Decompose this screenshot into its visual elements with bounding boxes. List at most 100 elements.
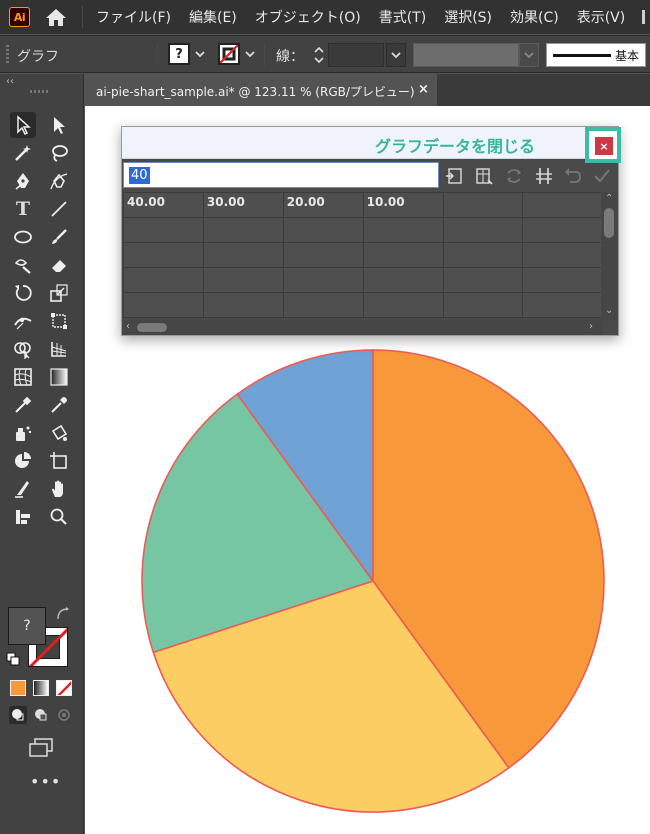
close-icon[interactable]: × (418, 82, 429, 97)
stroke-dropdown-icon[interactable] (243, 44, 257, 64)
color-mode-icon[interactable] (10, 680, 26, 696)
shape-builder-tool-icon[interactable] (10, 336, 36, 362)
swap-fill-stroke-icon[interactable] (56, 607, 70, 621)
brush-definition[interactable]: 基本 (546, 43, 646, 67)
table-cell[interactable] (522, 242, 603, 268)
direct-selection-tool-icon[interactable] (46, 112, 72, 138)
default-fill-stroke-icon[interactable] (6, 652, 20, 666)
stroke-weight-dropdown[interactable] (386, 43, 406, 67)
eyedropper-tool-icon[interactable] (46, 392, 72, 418)
transpose-row-column-icon[interactable] (474, 166, 494, 186)
variable-width-profile[interactable] (413, 43, 519, 67)
pen-tool-icon[interactable] (10, 168, 36, 194)
vertical-scrollbar[interactable]: ⌃ ⌄ (601, 192, 617, 320)
pie-graph-tool-icon[interactable] (10, 448, 36, 474)
scroll-up-icon[interactable]: ⌃ (605, 194, 613, 204)
table-cell[interactable] (522, 267, 603, 293)
table-cell[interactable] (123, 267, 204, 293)
table-cell[interactable] (522, 217, 603, 243)
table-cell[interactable] (442, 267, 524, 293)
table-cell[interactable] (362, 217, 444, 243)
switch-xy-icon[interactable] (504, 166, 524, 186)
table-cell[interactable] (442, 242, 524, 268)
menu-edit[interactable]: 編集(E) (189, 7, 237, 27)
close-button[interactable]: × (595, 137, 613, 155)
home-icon[interactable] (44, 6, 68, 28)
table-cell[interactable]: 40.00 (123, 192, 204, 218)
cell-entry-field[interactable]: 40 (123, 162, 439, 188)
table-cell[interactable] (522, 192, 603, 218)
gradient-tool-icon[interactable] (46, 364, 72, 390)
table-cell[interactable] (123, 292, 204, 318)
menu-file[interactable]: ファイル(F) (96, 7, 171, 27)
table-cell[interactable] (282, 292, 364, 318)
table-cell[interactable]: 20.00 (282, 192, 364, 218)
draw-behind-icon[interactable] (32, 706, 50, 724)
magic-wand-tool-icon[interactable] (10, 140, 36, 166)
free-transform-tool-icon[interactable] (46, 308, 72, 334)
table-cell[interactable] (442, 217, 524, 243)
document-tab[interactable]: ai-pie-shart_sample.ai* @ 123.11 % (RGB/… (85, 74, 437, 106)
table-cell[interactable] (442, 292, 524, 318)
table-cell[interactable] (282, 242, 364, 268)
table-cell[interactable] (282, 267, 364, 293)
fill-swatch[interactable]: ? (168, 43, 190, 65)
mesh-tool-icon[interactable] (10, 364, 36, 390)
curvature-tool-icon[interactable] (46, 168, 72, 194)
menu-type[interactable]: 書式(T) (379, 7, 426, 27)
zoom-tool-icon[interactable] (46, 504, 72, 530)
scale-tool-icon[interactable] (46, 280, 72, 306)
lasso-tool-icon[interactable] (46, 140, 72, 166)
horizontal-scrollbar[interactable]: ‹ › (123, 320, 603, 335)
menu-overflow-icon[interactable] (642, 10, 650, 24)
menu-effect[interactable]: 効果(C) (510, 7, 559, 27)
menu-object[interactable]: オブジェクト(O) (255, 7, 361, 27)
variable-width-dropdown[interactable] (519, 43, 539, 67)
table-cell[interactable]: 30.00 (202, 192, 284, 218)
table-cell[interactable] (202, 292, 284, 318)
table-cell[interactable] (362, 242, 444, 268)
line-segment-tool-icon[interactable] (46, 196, 72, 222)
import-data-icon[interactable] (444, 166, 464, 186)
graph-data-titlebar[interactable]: グラフデータを閉じる (122, 127, 618, 159)
rotate-tool-icon[interactable] (10, 280, 36, 306)
perspective-grid-tool-icon[interactable] (46, 336, 72, 362)
eraser-tool-icon[interactable] (46, 252, 72, 278)
table-cell[interactable] (123, 242, 204, 268)
cell-style-icon[interactable] (534, 166, 554, 186)
width-tool-icon[interactable] (10, 308, 36, 334)
menu-select[interactable]: 選択(S) (444, 7, 492, 27)
slice-tool-icon[interactable] (10, 476, 36, 502)
scroll-right-icon[interactable]: › (589, 322, 593, 332)
stroke-weight-input[interactable] (328, 43, 384, 67)
fill-color-box[interactable]: ? (8, 607, 46, 645)
graph-tool-icon[interactable] (10, 504, 36, 530)
table-cell[interactable] (202, 242, 284, 268)
paintbrush-tool-icon[interactable] (46, 224, 72, 250)
type-tool-icon[interactable]: T (10, 196, 36, 222)
ellipse-tool-icon[interactable] (10, 224, 36, 250)
gradient-mode-icon[interactable] (33, 680, 49, 696)
selection-tool-icon[interactable] (10, 112, 36, 138)
table-cell[interactable] (202, 217, 284, 243)
stroke-swatch[interactable] (218, 43, 240, 65)
fill-dropdown-icon[interactable] (193, 44, 207, 64)
apply-check-icon[interactable] (592, 166, 612, 186)
scroll-down-icon[interactable]: ⌄ (605, 306, 613, 316)
none-mode-icon[interactable] (56, 680, 72, 696)
hand-tool-icon[interactable] (46, 476, 72, 502)
panel-grip-icon[interactable] (30, 90, 50, 93)
live-paint-bucket-tool-icon[interactable] (46, 420, 72, 446)
draw-inside-icon[interactable] (55, 706, 73, 724)
control-bar-grip-icon[interactable] (6, 45, 9, 65)
pie-chart[interactable] (138, 346, 608, 816)
artboard-tool-icon[interactable] (46, 448, 72, 474)
table-cell[interactable] (202, 267, 284, 293)
horizontal-scroll-thumb[interactable] (137, 323, 167, 332)
symbol-sprayer-tool-icon[interactable] (10, 420, 36, 446)
table-cell[interactable] (362, 267, 444, 293)
screen-mode-icon[interactable] (28, 738, 54, 758)
revert-icon[interactable] (562, 166, 582, 186)
table-cell[interactable] (522, 292, 603, 318)
table-cell[interactable] (442, 192, 524, 218)
